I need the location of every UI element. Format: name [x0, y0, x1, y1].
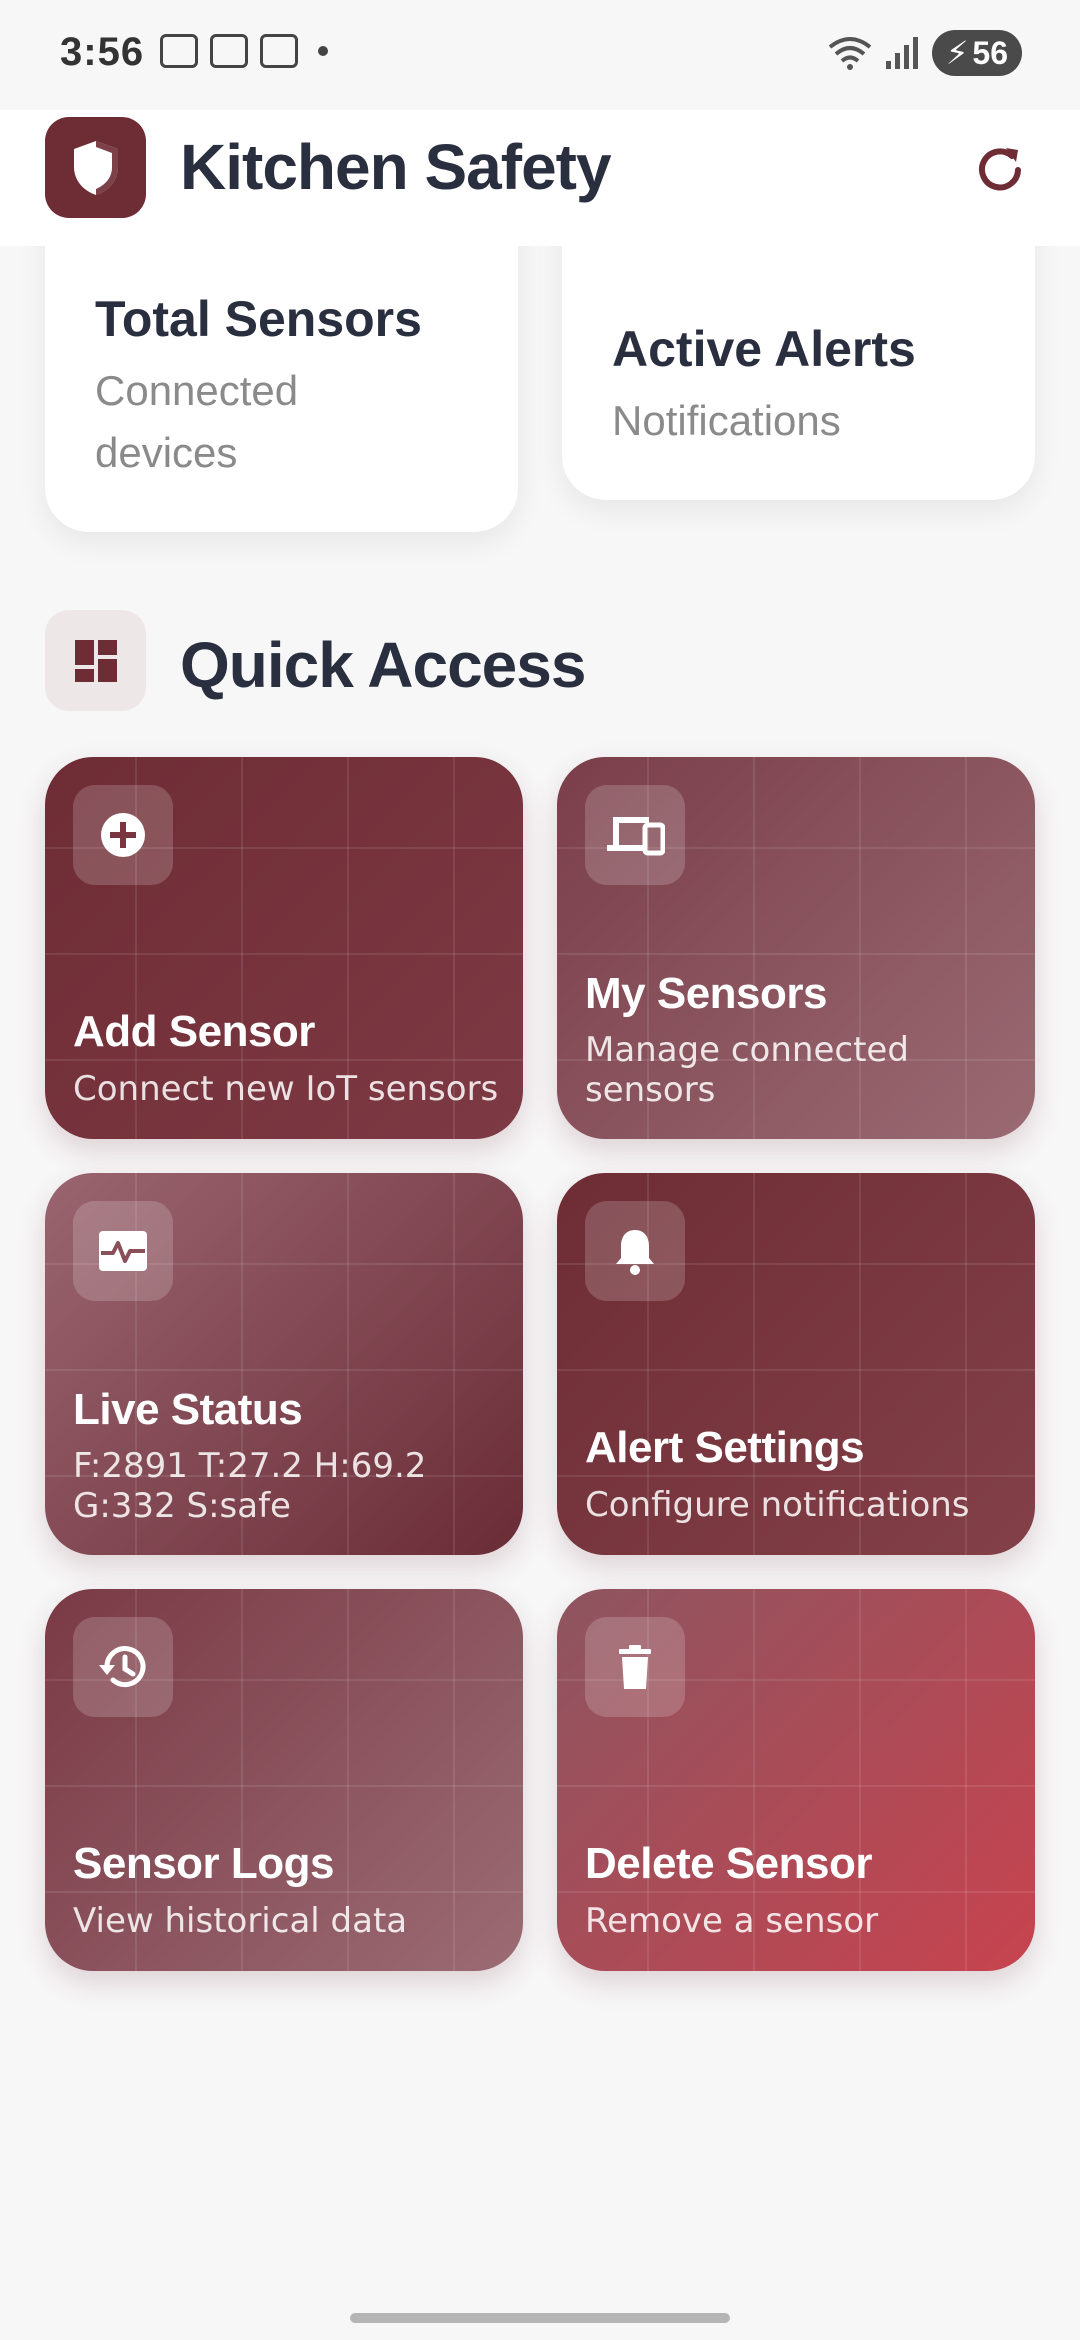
status-time: 3:56	[60, 30, 145, 74]
wifi-icon	[828, 37, 872, 70]
tile-my-sensors[interactable]: My Sensors Manage connected sensors	[557, 757, 1035, 1139]
stat-title: Active Alerts	[612, 321, 916, 377]
signal-icon	[885, 37, 918, 69]
tile-title: Add Sensor	[73, 1007, 315, 1056]
tile-alert-settings[interactable]: Alert Settings Configure notifications	[557, 1173, 1035, 1555]
tile-title: My Sensors	[585, 969, 827, 1018]
add-circle-icon	[73, 785, 173, 885]
tile-title: Delete Sensor	[585, 1839, 872, 1888]
more-notifications-dot	[318, 46, 328, 56]
tile-subtitle: Connect new IoT sensors	[73, 1069, 499, 1109]
bell-icon	[585, 1201, 685, 1301]
tile-delete-sensor[interactable]: Delete Sensor Remove a sensor	[557, 1589, 1035, 1971]
history-icon	[73, 1617, 173, 1717]
tile-subtitle: Configure notifications	[585, 1485, 970, 1525]
tile-add-sensor[interactable]: Add Sensor Connect new IoT sensors	[45, 757, 523, 1139]
tile-sensor-logs[interactable]: Sensor Logs View historical data	[45, 1589, 523, 1971]
notification-icon	[210, 34, 248, 68]
tile-subtitle: View historical data	[73, 1901, 408, 1941]
notification-icon	[260, 34, 298, 68]
shield-icon	[45, 117, 146, 218]
battery-icon: ⚡ 56	[931, 30, 1022, 76]
battery-level: 56	[972, 34, 1008, 71]
section-title: Quick Access	[180, 629, 586, 701]
trash-icon	[585, 1617, 685, 1717]
tile-live-status[interactable]: Live Status F:2891 T:27.2 H:69.2 G:332 S…	[45, 1173, 523, 1555]
tile-subtitle: Remove a sensor	[585, 1901, 879, 1941]
tile-title: Sensor Logs	[73, 1839, 335, 1888]
app-title: Kitchen Safety	[180, 131, 612, 203]
screenshot-icon	[160, 34, 198, 68]
stat-title: Total Sensors	[95, 291, 422, 347]
tile-subtitle: Manage connected sensors	[585, 1030, 909, 1110]
dashboard-icon	[45, 610, 146, 711]
stat-subtitle: Notifications	[612, 397, 841, 444]
status-bar: 3:56 ⚡ 56	[0, 0, 1080, 110]
tile-subtitle: F:2891 T:27.2 H:69.2 G:332 S:safe	[73, 1446, 427, 1526]
app-bar: Kitchen Safety	[0, 110, 1080, 246]
stat-subtitle: Connected devices	[95, 367, 299, 476]
home-indicator[interactable]	[350, 2313, 730, 2323]
tile-title: Live Status	[73, 1385, 303, 1434]
monitor-heart-icon	[73, 1201, 173, 1301]
tile-title: Alert Settings	[585, 1423, 865, 1472]
refresh-icon[interactable]	[960, 130, 1040, 210]
devices-icon	[585, 785, 685, 885]
